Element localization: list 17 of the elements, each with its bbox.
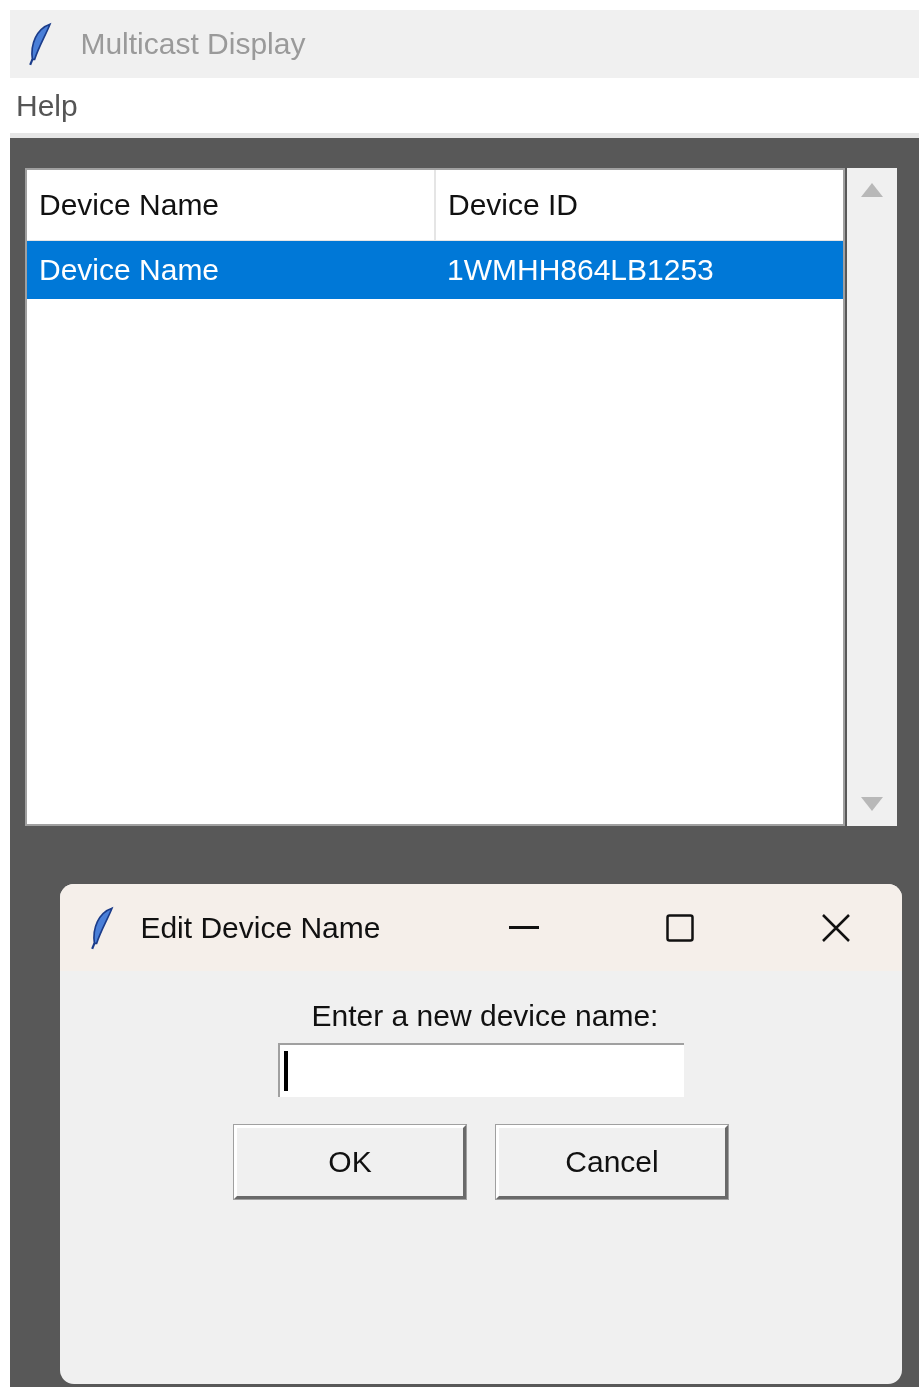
window-title: Multicast Display bbox=[80, 27, 306, 61]
ok-button[interactable]: OK bbox=[234, 1125, 466, 1199]
minimize-icon bbox=[509, 926, 539, 929]
scroll-down-icon[interactable] bbox=[860, 796, 884, 812]
table-row[interactable]: Device Name 1WMHH864LB1253 bbox=[27, 241, 843, 299]
dialog-title: Edit Device Name bbox=[140, 910, 382, 945]
menu-item[interactable]: Help bbox=[16, 88, 78, 123]
cancel-button[interactable]: Cancel bbox=[496, 1125, 728, 1199]
table-cell-text: Device Name bbox=[38, 252, 221, 288]
table-cell-text: 1WMHH864LB1253 bbox=[446, 252, 715, 288]
scroll-up-icon[interactable] bbox=[860, 182, 884, 198]
prompt-label: Enter a new device name: bbox=[311, 999, 659, 1033]
maximize-icon bbox=[666, 913, 694, 942]
input-field[interactable] bbox=[278, 1043, 684, 1097]
close-icon bbox=[821, 912, 851, 943]
column-header[interactable]: Device Name bbox=[27, 170, 434, 240]
scrollbar[interactable] bbox=[847, 168, 897, 826]
